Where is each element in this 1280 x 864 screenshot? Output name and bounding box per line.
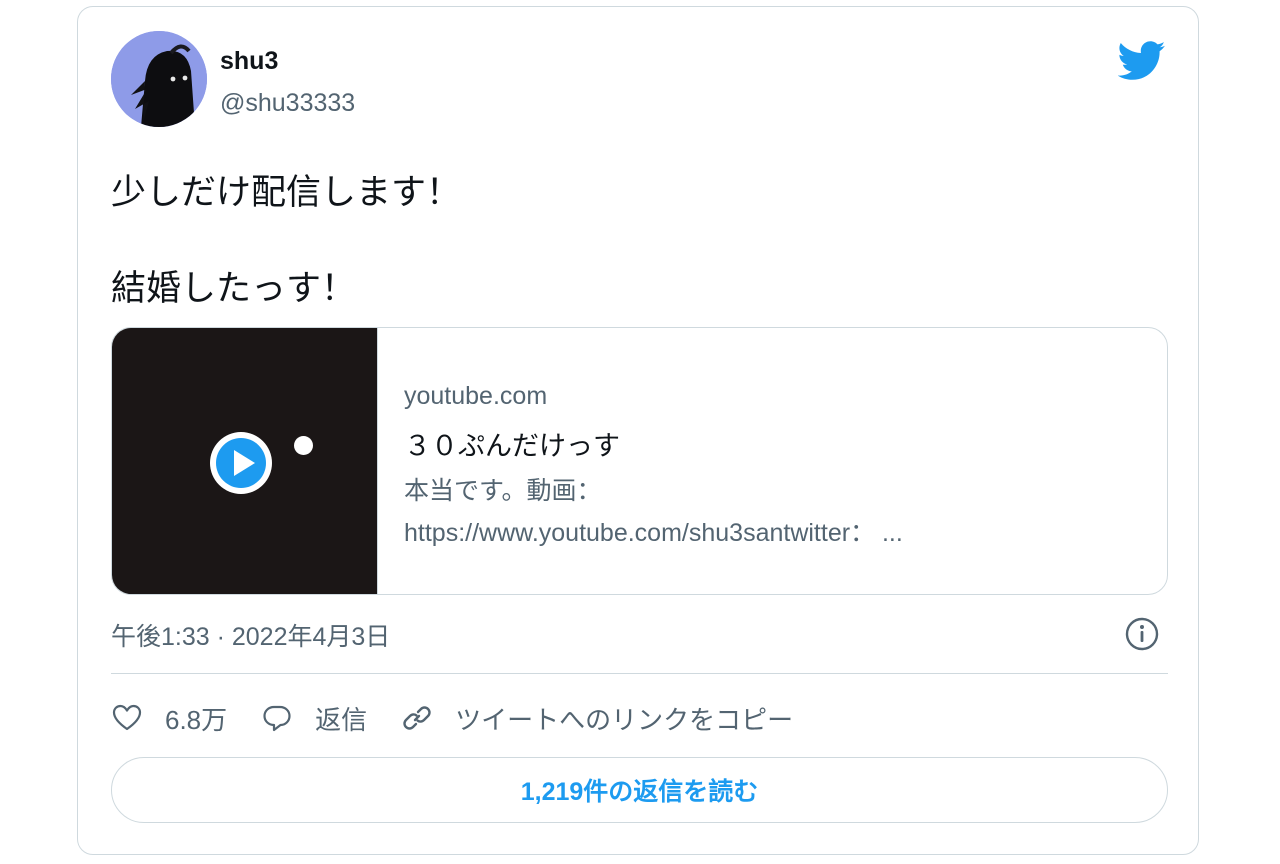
link-description-line: https://www.youtube.com/shu3santwitter： … xyxy=(404,519,903,547)
link-domain: youtube.com xyxy=(404,382,548,410)
reply-button[interactable]: 返信 xyxy=(261,700,367,737)
read-replies-button[interactable]: 1,219件の返信を読む xyxy=(111,757,1168,823)
avatar[interactable] xyxy=(111,31,207,127)
play-icon[interactable] xyxy=(208,430,274,496)
link-description: 本当です。動画： https://www.youtube.com/shu3san… xyxy=(404,470,1124,554)
author-display-name[interactable]: shu3 xyxy=(220,47,278,76)
copy-link-button[interactable]: ツイートへのリンクをコピー xyxy=(401,700,793,737)
action-bar: 6.8万 返信 ツイートへのリンクをコピー xyxy=(111,695,827,741)
video-thumbnail[interactable] xyxy=(112,328,378,594)
author-handle[interactable]: @shu33333 xyxy=(220,89,355,118)
like-button[interactable]: 6.8万 xyxy=(111,700,227,737)
tweet-text-line: 結婚したっす！ xyxy=(111,269,357,308)
copy-link-label: ツイートへのリンクをコピー xyxy=(455,704,794,735)
divider xyxy=(111,673,1168,674)
speech-bubble-icon xyxy=(263,705,291,732)
tweet-card: shu3 @shu33333 少しだけ配信します！ 結婚したっす！ youtub… xyxy=(77,6,1199,855)
link-title: ３０ぷんだけっす xyxy=(404,431,620,461)
avatar-image xyxy=(111,31,207,127)
info-icon[interactable] xyxy=(1124,616,1160,652)
tweet-timestamp[interactable]: 午後1:33 · 2022年4月3日 xyxy=(111,617,390,653)
reply-label: 返信 xyxy=(315,704,368,735)
link-description-line: 本当です。動画： xyxy=(404,477,602,505)
tweet-text-line: 少しだけ配信します！ xyxy=(111,173,462,212)
link-icon xyxy=(403,706,431,730)
twitter-bird-icon[interactable] xyxy=(1118,41,1166,81)
heart-icon xyxy=(112,704,142,731)
read-replies-label: 1,219件の返信を読む xyxy=(520,778,759,806)
like-count: 6.8万 xyxy=(165,704,228,735)
decorative-dot xyxy=(294,436,313,455)
link-preview-card[interactable]: youtube.com ３０ぷんだけっす 本当です。動画： https://ww… xyxy=(111,327,1168,595)
